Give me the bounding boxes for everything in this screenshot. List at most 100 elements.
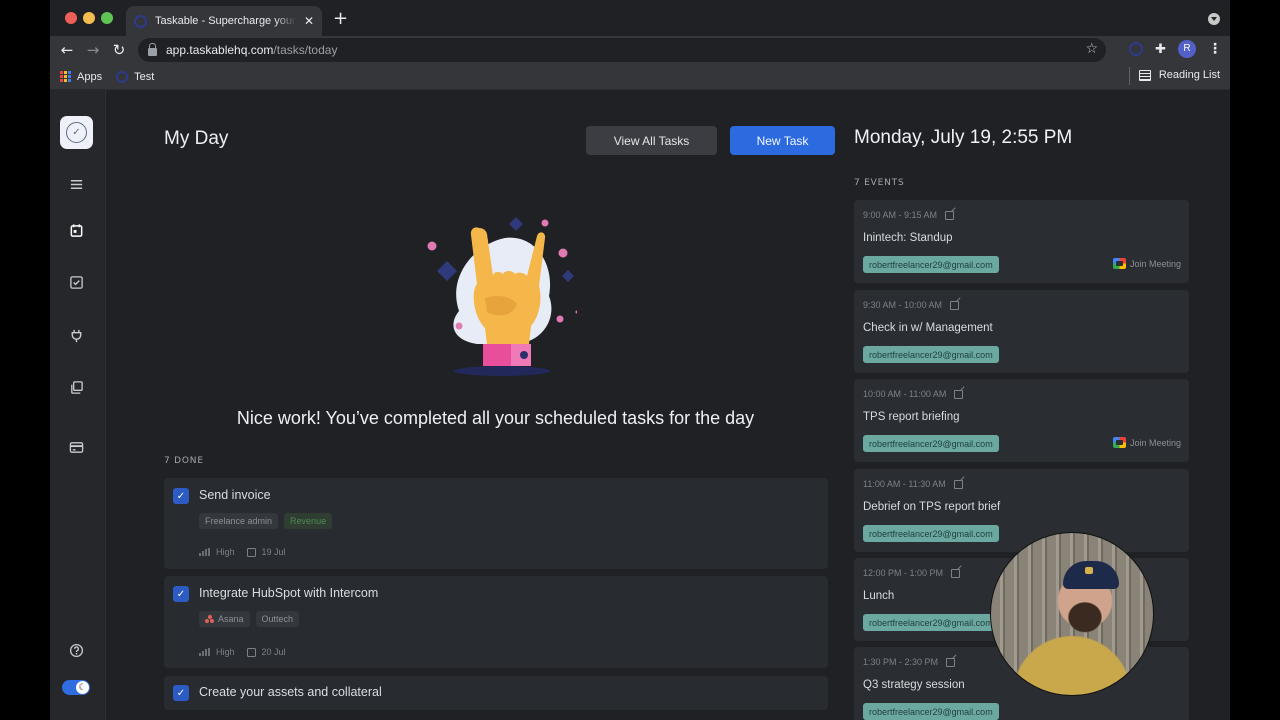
bookmark-star-icon[interactable]: ☆ (1085, 41, 1098, 57)
tag-asana[interactable]: Asana (199, 611, 250, 627)
tag-revenue[interactable]: Revenue (284, 513, 333, 529)
google-meet-icon (1112, 437, 1126, 448)
extensions-puzzle-icon[interactable]: ✚ (1155, 42, 1166, 57)
join-meeting-label: Join Meeting (1129, 437, 1181, 448)
tab-strip: Taskable - Supercharge your productivity… (50, 0, 1230, 36)
event-title: Q3 strategy session (863, 679, 965, 691)
new-task-button[interactable]: New Task (730, 126, 835, 155)
event-title: Lunch (863, 590, 895, 602)
external-link-icon[interactable] (946, 657, 956, 667)
external-link-icon[interactable] (953, 479, 963, 489)
task-meta: High 19 Jul (199, 547, 286, 557)
bookmark-test[interactable]: Test (116, 70, 155, 83)
task-card[interactable]: ✓ Send invoice Freelance admin Revenue H… (164, 478, 828, 569)
sidebar-item-menu[interactable] (67, 175, 85, 193)
external-link-icon[interactable] (954, 389, 964, 399)
task-priority: High (216, 647, 235, 657)
apps-grid-icon (60, 71, 71, 82)
calendar-icon (70, 223, 82, 237)
join-meeting-label: Join Meeting (1129, 258, 1181, 269)
due-date-calendar-icon (246, 647, 256, 657)
reading-list-label: Reading List (1158, 69, 1220, 81)
url-host: app.taskablehq.com (166, 43, 274, 57)
plug-icon (71, 329, 81, 342)
reading-list-button[interactable]: Reading List (1128, 67, 1220, 85)
event-attendee-email: robertfreelancer29@gmail.com (863, 346, 999, 363)
close-tab-icon[interactable]: ✕ (304, 14, 314, 28)
close-window-button[interactable] (65, 12, 77, 24)
event-title: TPS report briefing (863, 411, 960, 423)
external-link-icon[interactable] (951, 568, 961, 578)
event-time-text: 1:30 PM - 2:30 PM (863, 657, 939, 667)
toolbar-actions: ✚ R ⋮ (1129, 40, 1222, 58)
sidebar-item-tasks[interactable] (67, 273, 85, 291)
task-title: Integrate HubSpot with Intercom (199, 586, 379, 600)
event-time: 10:00 AM - 11:00 AM (863, 389, 964, 399)
task-tags: Asana Outtech (199, 611, 300, 627)
reload-button[interactable]: ↻ (106, 41, 132, 59)
join-meeting-link[interactable]: Join Meeting (1112, 258, 1181, 269)
current-date-heading: Monday, July 19, 2:55 PM (854, 127, 1073, 148)
profile-avatar[interactable]: R (1178, 40, 1196, 58)
sidebar-item-projects[interactable] (67, 378, 85, 396)
browser-toolbar: ← → ↻ app.taskablehq.com/tasks/today ☆ ✚… (50, 36, 1230, 64)
task-checkbox[interactable]: ✓ (173, 685, 189, 701)
task-card[interactable]: ✓ Create your assets and collateral (164, 676, 828, 710)
event-card[interactable]: 10:00 AM - 11:00 AM TPS report briefing … (854, 379, 1189, 462)
done-count-label: 7 DONE (164, 456, 204, 466)
event-card[interactable]: 9:00 AM - 9:15 AM Inintech: Standup robe… (854, 200, 1189, 283)
join-meeting-link[interactable]: Join Meeting (1112, 437, 1181, 448)
event-attendee-email: robertfreelancer29@gmail.com (863, 703, 999, 720)
task-card[interactable]: ✓ Integrate HubSpot with Intercom Asana … (164, 576, 828, 668)
lock-icon (148, 42, 157, 56)
task-checkbox[interactable]: ✓ (173, 488, 189, 504)
task-tags: Freelance admin Revenue (199, 513, 333, 529)
event-time-text: 9:00 AM - 9:15 AM (863, 210, 938, 220)
tag-outtech[interactable]: Outtech (255, 611, 300, 627)
event-card[interactable]: 11:00 AM - 11:30 AM Debrief on TPS repor… (854, 469, 1189, 552)
event-card[interactable]: 9:30 AM - 10:00 AM Check in w/ Managemen… (854, 290, 1189, 373)
task-due-date: 20 Jul (261, 647, 286, 657)
bookmark-apps[interactable]: Apps (60, 71, 102, 83)
browser-menu-icon[interactable]: ⋮ (1208, 41, 1222, 57)
help-button[interactable] (67, 641, 85, 659)
address-bar[interactable]: app.taskablehq.com/tasks/today ☆ (138, 38, 1106, 62)
event-attendee-email: robertfreelancer29@gmail.com (863, 614, 999, 631)
tab-search-icon[interactable] (1208, 13, 1220, 25)
event-title: Debrief on TPS report brief (863, 501, 1001, 513)
browser-tab[interactable]: Taskable - Supercharge your productivity… (126, 6, 322, 36)
task-title: Send invoice (199, 488, 271, 502)
external-link-icon[interactable] (950, 300, 960, 310)
event-time: 1:30 PM - 2:30 PM (863, 657, 956, 667)
event-time-text: 9:30 AM - 10:00 AM (863, 300, 943, 310)
event-time: 11:00 AM - 11:30 AM (863, 479, 963, 489)
minimize-window-button[interactable] (83, 12, 95, 24)
back-button[interactable]: ← (54, 41, 80, 59)
view-all-tasks-button[interactable]: View All Tasks (586, 126, 717, 155)
copy-icon (70, 380, 83, 394)
taskable-extension-icon[interactable] (1129, 42, 1144, 56)
event-time: 9:00 AM - 9:15 AM (863, 210, 955, 220)
taskable-logo[interactable]: ✓ (60, 116, 93, 149)
event-time: 12:00 PM - 1:00 PM (863, 568, 961, 578)
sidebar: ✓ ☾ (50, 90, 106, 720)
sidebar-item-integrations[interactable] (67, 326, 85, 344)
sidebar-item-today[interactable] (67, 221, 85, 239)
window-controls (65, 12, 113, 24)
priority-bars-icon (199, 548, 210, 556)
event-time-text: 10:00 AM - 11:00 AM (863, 389, 947, 399)
maximize-window-button[interactable] (101, 12, 113, 24)
sidebar-item-billing[interactable] (67, 438, 85, 456)
event-time-text: 11:00 AM - 11:30 AM (863, 479, 946, 489)
dark-mode-toggle[interactable]: ☾ (62, 680, 90, 695)
task-checkbox[interactable]: ✓ (173, 586, 189, 602)
bookmark-label: Test (134, 70, 155, 83)
new-tab-button[interactable]: + (333, 10, 348, 28)
forward-button[interactable]: → (80, 41, 106, 59)
bookmark-label: Apps (77, 70, 103, 83)
event-time-text: 12:00 PM - 1:00 PM (863, 568, 944, 578)
external-link-icon[interactable] (945, 210, 955, 220)
completion-message: Nice work! You’ve completed all your sch… (236, 408, 755, 428)
tab-title: Taskable - Supercharge your productivity (155, 15, 296, 27)
tag-freelance-admin[interactable]: Freelance admin (199, 513, 279, 529)
